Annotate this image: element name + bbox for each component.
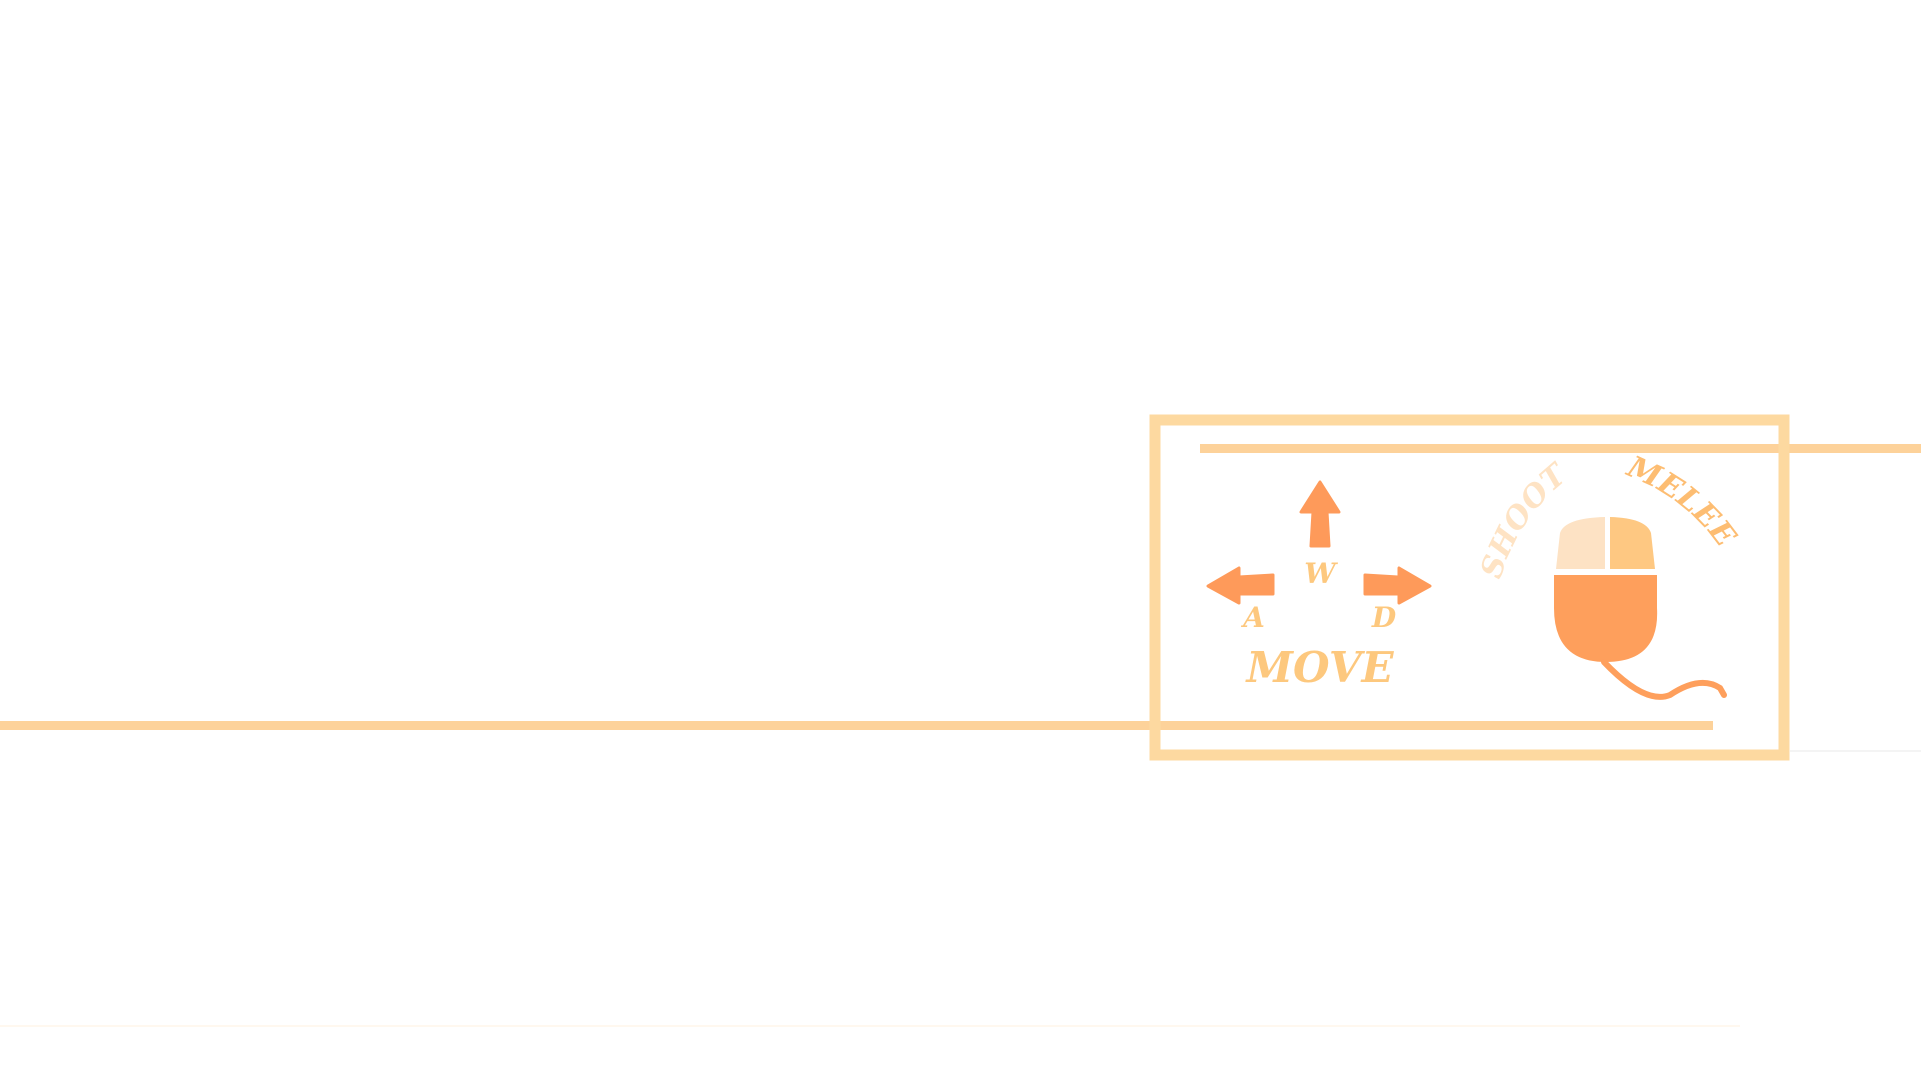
- mouse-left-button: [1556, 517, 1605, 569]
- mouse-body: [1554, 575, 1658, 662]
- key-a-label: A: [1240, 601, 1265, 634]
- bottom-streak-line: [0, 721, 1713, 730]
- move-label: MOVE: [1245, 643, 1395, 692]
- mouse-right-button: [1610, 517, 1655, 569]
- key-d-label: D: [1371, 601, 1397, 634]
- controls-tutorial-canvas: W A D MOVE SHOOT MELEE: [0, 414, 1921, 1027]
- faint-bottom-line: [0, 1025, 1740, 1027]
- arrow-left-icon: [1206, 566, 1275, 605]
- top-streak-line: [1200, 444, 1921, 453]
- mouse-icon: [1554, 517, 1727, 700]
- mouse-cable: [1601, 659, 1727, 700]
- faint-right-line: [1790, 750, 1921, 752]
- arrow-right-icon: [1363, 566, 1432, 605]
- arrow-up-icon: [1299, 480, 1341, 548]
- key-w-label: W: [1304, 557, 1338, 590]
